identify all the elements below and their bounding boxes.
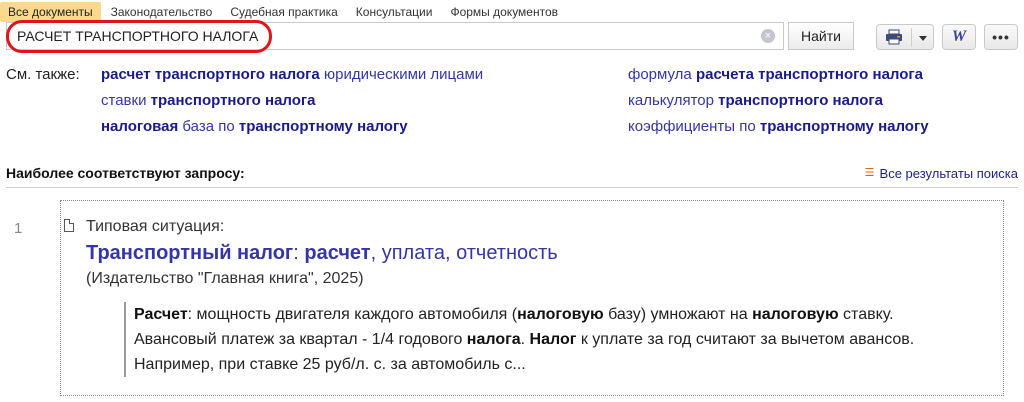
result-source: (Издательство "Главная книга", 2025): [86, 270, 364, 287]
tab-legislation[interactable]: Законодательство: [103, 2, 221, 22]
see-also-label: См. также:: [6, 66, 80, 83]
text-fragment: базу) умножают на: [603, 306, 753, 323]
matched-term: расчета транспортного налога: [695, 66, 923, 83]
more-button[interactable]: •••: [984, 24, 1018, 50]
matched-term: налоговая: [101, 118, 179, 135]
list-icon: ☰: [864, 167, 875, 179]
see-also-link[interactable]: расчет транспортного налога юридическими…: [101, 66, 483, 83]
document-type-tabs: Все документы Законодательство Судебная …: [0, 2, 568, 22]
more-icon: •••: [992, 29, 1010, 45]
matched-term: Транспортный налог: [86, 242, 294, 264]
tab-document-forms[interactable]: Формы документов: [442, 2, 566, 22]
matched-term: Расчет: [134, 306, 188, 323]
matched-term: транспортного налога: [150, 92, 316, 109]
text-fragment: калькулятор: [628, 92, 719, 109]
printer-icon: [886, 29, 902, 45]
all-results-link[interactable]: ☰ Все результаты поиска: [865, 166, 1018, 181]
text-fragment: ставки: [101, 92, 151, 109]
all-results-label: Все результаты поиска: [879, 166, 1018, 181]
matched-term: Налог: [529, 331, 577, 348]
best-matches-heading: Наиболее соответствуют запросу:: [6, 165, 245, 181]
matched-term: транспортному налогу: [759, 118, 929, 135]
text-fragment: : мощность двигателя каждого автомобиля …: [187, 306, 518, 323]
word-icon: W: [951, 28, 967, 45]
tab-consultations[interactable]: Консультации: [348, 2, 441, 22]
matched-term: расчет: [304, 242, 371, 264]
tab-all-documents[interactable]: Все документы: [0, 2, 101, 22]
matched-term: транспортного налога: [718, 92, 884, 109]
see-also-link[interactable]: налоговая база по транспортному налогу: [101, 118, 408, 135]
matched-term: транспортному налогу: [238, 118, 408, 135]
print-split-divider: [911, 28, 912, 46]
clear-icon[interactable]: ×: [761, 29, 775, 43]
text-fragment: база по: [178, 118, 239, 135]
print-button[interactable]: [876, 24, 934, 50]
see-also-link[interactable]: формула расчета транспортного налога: [628, 66, 923, 83]
matched-term: налога: [466, 331, 521, 348]
text-fragment: , уплата, отчетность: [370, 242, 558, 264]
result-title-link[interactable]: Транспортный налог: расчет, уплата, отче…: [86, 242, 558, 265]
text-fragment: формула: [628, 66, 696, 83]
tab-court-practice[interactable]: Судебная практика: [222, 2, 345, 22]
text-fragment: коэффициенты по: [628, 118, 760, 135]
chevron-down-icon[interactable]: [919, 36, 927, 41]
see-also-link[interactable]: ставки транспортного налога: [101, 92, 316, 109]
matched-term: налоговую: [752, 306, 839, 323]
result-type: Типовая ситуация:: [86, 218, 225, 235]
export-word-button[interactable]: W: [942, 24, 976, 50]
text-fragment: .: [520, 331, 530, 348]
document-icon: [64, 219, 74, 232]
result-snippet: Расчет: мощность двигателя каждого автом…: [124, 302, 954, 377]
search-input[interactable]: [13, 23, 761, 49]
matched-term: расчет транспортного налога: [101, 66, 320, 83]
search-box: ×: [6, 22, 784, 50]
see-also-link[interactable]: коэффициенты по транспортному налогу: [628, 118, 929, 135]
find-button[interactable]: Найти: [788, 22, 854, 50]
text-fragment: юридическими лицами: [319, 66, 484, 83]
matched-term: налоговую: [517, 306, 604, 323]
text-fragment: :: [293, 242, 305, 264]
header-divider: [6, 187, 1018, 188]
result-number: 1: [14, 220, 23, 237]
see-also-link[interactable]: калькулятор транспортного налога: [628, 92, 883, 109]
